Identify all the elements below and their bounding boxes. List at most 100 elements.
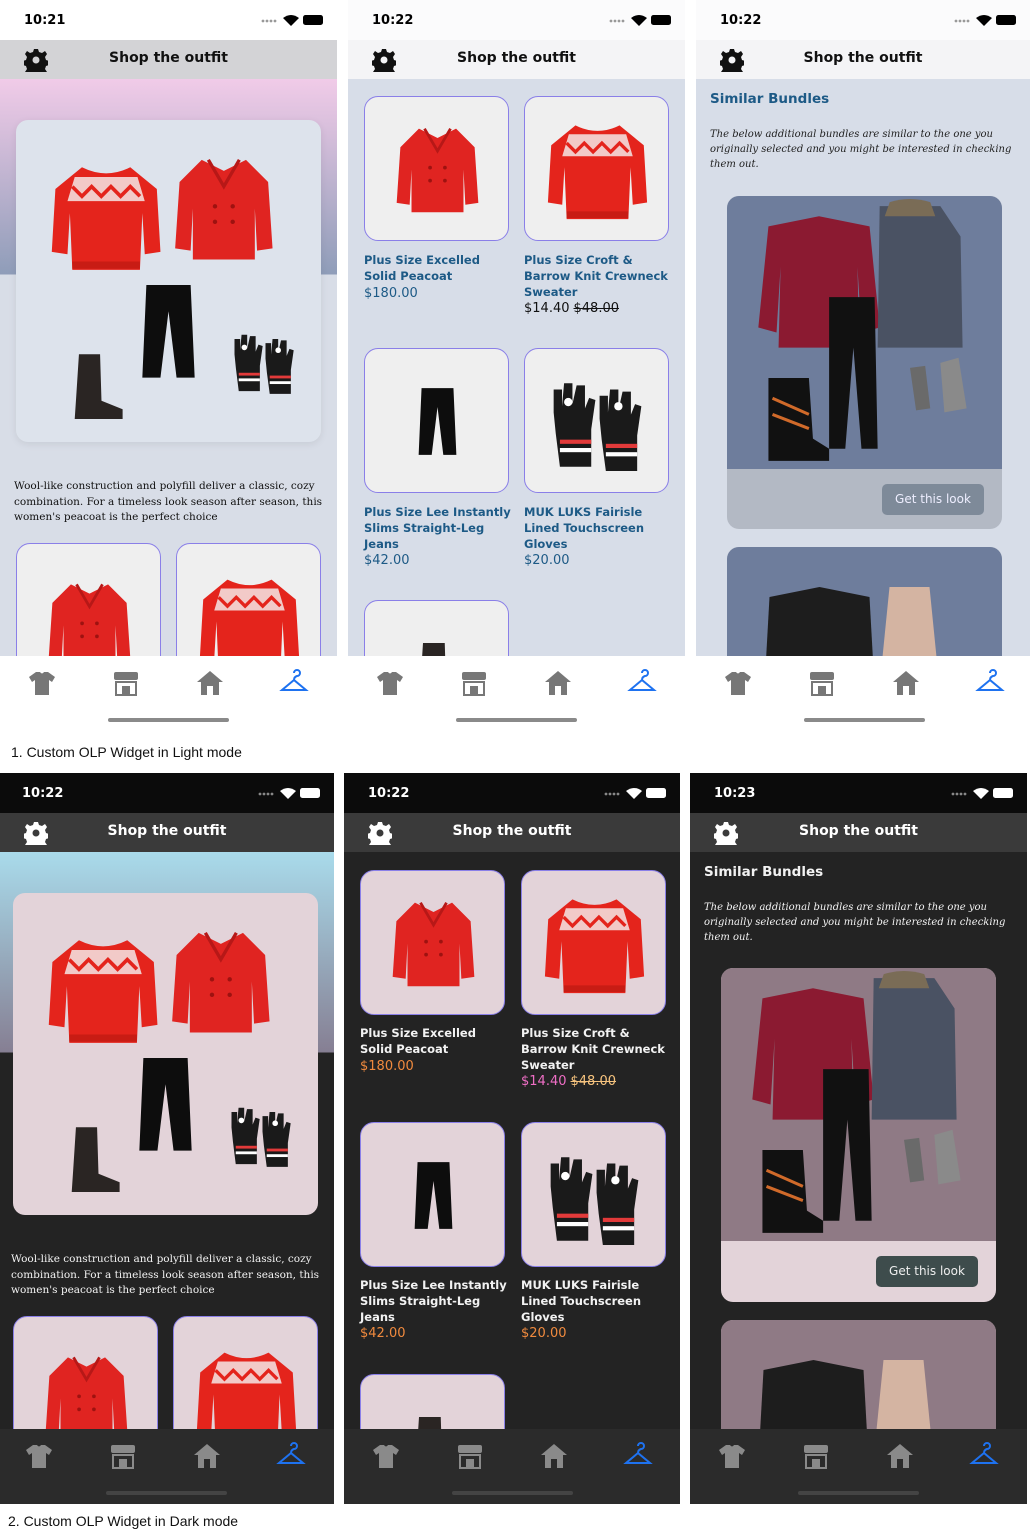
store-icon[interactable] <box>807 668 837 698</box>
phone-dark-similar: 10:23 Shop the outfit Similar Bundles Th… <box>690 773 1027 1504</box>
status-icons <box>261 15 323 26</box>
sale-price: $14.40 <box>521 1074 567 1089</box>
product-card-coat[interactable] <box>13 1316 158 1429</box>
status-bar: 10:22 <box>344 773 680 813</box>
store-icon[interactable] <box>459 668 489 698</box>
hanger-icon[interactable] <box>279 668 309 698</box>
status-time: 10:21 <box>24 13 66 28</box>
tab-bar <box>0 656 337 735</box>
nav-bar: Shop the outfit <box>0 40 337 79</box>
similar-bundles: Similar Bundles The below additional bun… <box>696 79 1030 656</box>
product-name[interactable]: Plus Size Lee Instantly Slims Straight-L… <box>364 504 514 552</box>
bundle-image <box>721 968 996 1241</box>
hanger-icon[interactable] <box>969 1441 999 1471</box>
status-time: 10:23 <box>714 786 756 801</box>
caption-dark: 2. Custom OLP Widget in Dark mode <box>8 1513 239 1529</box>
product-card-boot[interactable] <box>360 1374 505 1429</box>
shirt-icon[interactable] <box>24 1441 54 1471</box>
product-card-sweater[interactable] <box>173 1316 318 1429</box>
sale-price: $14.40 <box>524 301 570 316</box>
product-card-boot[interactable] <box>364 600 509 656</box>
product-card-jeans[interactable] <box>360 1122 505 1267</box>
shirt-icon[interactable] <box>723 668 753 698</box>
outfit-hero-image[interactable] <box>13 893 318 1215</box>
similar-bundles: Similar Bundles The below additional bun… <box>690 852 1027 1429</box>
shirt-icon[interactable] <box>717 1441 747 1471</box>
tab-bar <box>348 656 685 735</box>
home-icon[interactable] <box>891 668 921 698</box>
store-icon[interactable] <box>108 1441 138 1471</box>
shirt-icon[interactable] <box>27 668 57 698</box>
tab-bar <box>0 1429 334 1504</box>
bundle-card[interactable]: Get this look <box>721 968 996 1302</box>
hanger-icon[interactable] <box>276 1441 306 1471</box>
product-card-coat[interactable] <box>16 543 161 656</box>
original-price: $48.00 <box>570 1074 617 1089</box>
product-name[interactable]: MUK LUKS Fairisle Lined Touchscreen Glov… <box>521 1277 671 1325</box>
product-price: $42.00 <box>364 553 410 568</box>
nav-bar: Shop the outfit <box>696 40 1030 79</box>
product-name[interactable]: Plus Size Croft & Barrow Knit Crewneck S… <box>524 252 674 300</box>
hanger-icon[interactable] <box>627 668 657 698</box>
product-card-sweater[interactable] <box>176 543 321 656</box>
home-indicator <box>108 718 229 722</box>
product-card-gloves[interactable] <box>524 348 669 493</box>
home-icon[interactable] <box>539 1441 569 1471</box>
product-card-sweater[interactable] <box>524 96 669 241</box>
product-price: $14.40 $48.00 <box>524 301 619 316</box>
get-this-look-button[interactable]: Get this look <box>876 1256 978 1287</box>
hanger-icon[interactable] <box>623 1441 653 1471</box>
status-time: 10:22 <box>720 13 762 28</box>
phone-dark-outfit: 10:22 Shop the outfit Wool-like construc… <box>0 773 334 1504</box>
caption-light: 1. Custom OLP Widget in Light mode <box>11 744 242 760</box>
store-icon[interactable] <box>801 1441 831 1471</box>
home-icon[interactable] <box>885 1441 915 1471</box>
product-name[interactable]: Plus Size Excelled Solid Peacoat <box>364 252 514 284</box>
phone-dark-products: 10:22 Shop the outfit Plus Size Excelled… <box>344 773 680 1504</box>
outfit-content: Wool-like construction and polyfill deli… <box>0 852 334 1429</box>
get-this-look-button[interactable]: Get this look <box>882 484 984 515</box>
product-grid: Plus Size Excelled Solid Peacoat $180.00… <box>344 852 680 1429</box>
bundle-card[interactable] <box>721 1320 996 1429</box>
product-name[interactable]: Plus Size Lee Instantly Slims Straight-L… <box>360 1277 510 1325</box>
product-name[interactable]: MUK LUKS Fairisle Lined Touchscreen Glov… <box>524 504 674 552</box>
hanger-icon[interactable] <box>975 668 1005 698</box>
outfit-hero-image[interactable] <box>16 120 321 442</box>
store-icon[interactable] <box>455 1441 485 1471</box>
home-icon[interactable] <box>195 668 225 698</box>
home-indicator <box>452 1491 573 1495</box>
product-card-sweater[interactable] <box>521 870 666 1015</box>
bundle-image <box>721 1320 996 1429</box>
product-card-jeans[interactable] <box>364 348 509 493</box>
page-title: Shop the outfit <box>803 50 923 66</box>
status-bar: 10:22 <box>696 0 1030 40</box>
home-icon[interactable] <box>192 1441 222 1471</box>
product-name[interactable]: Plus Size Excelled Solid Peacoat <box>360 1025 510 1057</box>
shirt-icon[interactable] <box>371 1441 401 1471</box>
bundle-image <box>727 547 1002 656</box>
outfit-content: Wool-like construction and polyfill deli… <box>0 79 337 656</box>
product-card-gloves[interactable] <box>521 1122 666 1267</box>
home-indicator <box>106 1491 227 1495</box>
product-card-coat[interactable] <box>364 96 509 241</box>
bundle-card[interactable]: Get this look <box>727 196 1002 529</box>
product-price: $180.00 <box>360 1059 414 1074</box>
tab-bar <box>344 1429 680 1504</box>
nav-bar: Shop the outfit <box>690 813 1027 852</box>
bundle-card[interactable] <box>727 547 1002 656</box>
product-price: $180.00 <box>364 286 418 301</box>
outfit-description: Wool-like construction and polyfill deli… <box>11 1253 320 1296</box>
product-price: $42.00 <box>360 1326 406 1341</box>
product-price: $14.40 $48.00 <box>521 1074 616 1089</box>
home-icon[interactable] <box>543 668 573 698</box>
product-price: $20.00 <box>524 553 570 568</box>
tab-bar <box>696 656 1030 735</box>
product-card-coat[interactable] <box>360 870 505 1015</box>
store-icon[interactable] <box>111 668 141 698</box>
phone-light-similar: 10:22 Shop the outfit Similar Bundles Th… <box>696 0 1030 735</box>
status-bar: 10:23 <box>690 773 1027 813</box>
status-icons <box>951 788 1013 799</box>
product-name[interactable]: Plus Size Croft & Barrow Knit Crewneck S… <box>521 1025 671 1073</box>
shirt-icon[interactable] <box>375 668 405 698</box>
page-title: Shop the outfit <box>109 50 228 66</box>
